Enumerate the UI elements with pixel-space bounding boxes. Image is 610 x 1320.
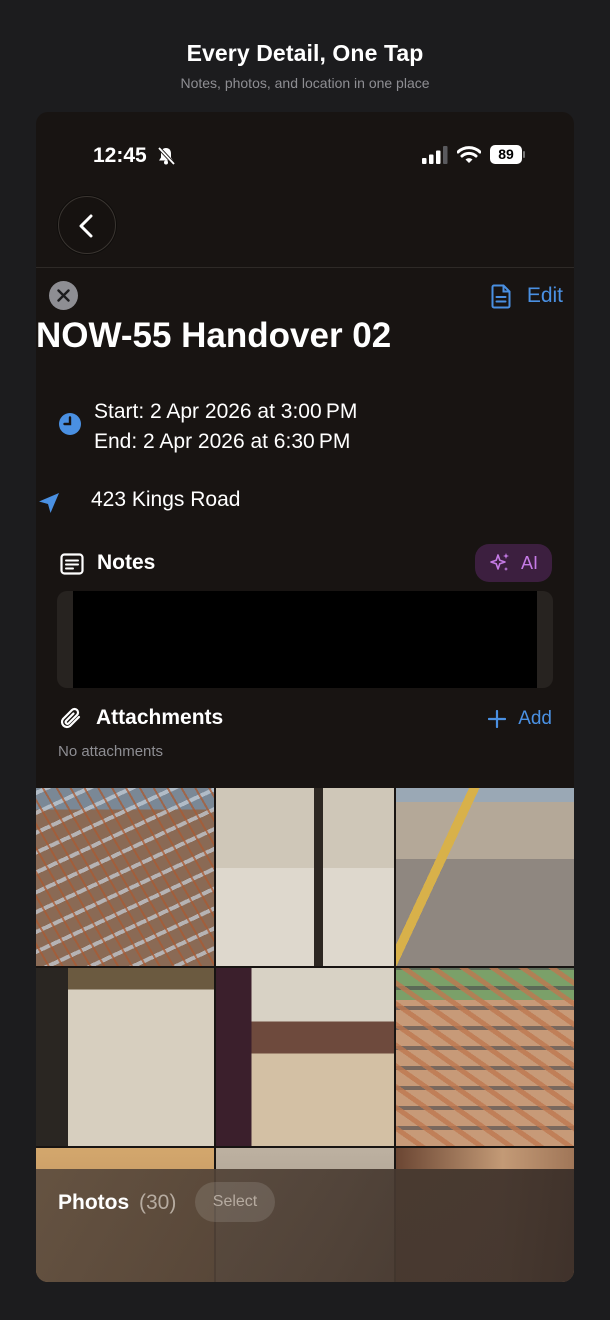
ai-button-label: AI [520, 552, 538, 573]
event-dates: Start: 2 Apr 2026 at 3:00 PM End: 2 Apr … [94, 397, 357, 457]
notes-heading: Notes [97, 551, 156, 574]
photo-tile-wooden-floor[interactable] [216, 968, 394, 1146]
bell-slash-icon [157, 146, 176, 166]
photo-tile-room-corner[interactable] [36, 968, 214, 1146]
event-start: Start: 2 Apr 2026 at 3:00 PM [94, 400, 358, 423]
chevron-left-icon [79, 214, 93, 238]
close-button[interactable] [49, 281, 78, 310]
photo-tile-timber-stack[interactable] [396, 968, 574, 1146]
event-title: NOW-55 Handover 02 [36, 316, 392, 355]
photos-heading: Photos [58, 1191, 130, 1214]
photo-tile-formwork-site[interactable] [396, 788, 574, 966]
event-end: End: 2 Apr 2026 at 6:30 PM [94, 430, 351, 453]
promo-header: Every Detail, One Tap Notes, photos, and… [0, 40, 610, 91]
sparkles-icon [490, 553, 509, 571]
battery-icon: 89 [490, 145, 526, 165]
promo-subtitle: Notes, photos, and location in one place [180, 75, 430, 91]
location-arrow-icon [39, 493, 59, 513]
phone-screen: 12:45 89 Edit NOW-55 Handover 02 Start: … [36, 112, 574, 1282]
document-icon[interactable] [491, 284, 511, 309]
back-button[interactable] [58, 196, 116, 254]
add-attachment-button[interactable]: Add [488, 708, 552, 730]
promo-title: Every Detail, One Tap [186, 40, 424, 66]
edit-toolbar: Edit [491, 282, 563, 310]
photos-count: (30) [139, 1191, 177, 1214]
battery-level: 89 [490, 145, 522, 164]
photos-toolbar: Photos (30) Select [36, 1169, 574, 1282]
attachments-heading: Attachments [96, 706, 224, 729]
header-divider [36, 267, 574, 268]
clock-icon [59, 413, 81, 435]
event-location[interactable]: 423 Kings Road [91, 488, 240, 512]
wifi-icon [457, 146, 481, 163]
notes-icon [60, 553, 84, 575]
notes-redacted-content [73, 591, 537, 688]
plus-icon [488, 710, 507, 728]
select-button[interactable]: Select [195, 1182, 275, 1222]
edit-button[interactable]: Edit [527, 284, 563, 308]
notes-field[interactable] [57, 591, 553, 688]
status-bar: 12:45 89 [36, 142, 574, 172]
ai-button[interactable]: AI [475, 544, 552, 582]
close-icon [57, 289, 70, 302]
battery-nub [523, 151, 525, 158]
photo-tile-empty-room[interactable] [216, 788, 394, 966]
paperclip-icon [60, 707, 81, 729]
status-time: 12:45 [93, 144, 147, 167]
no-attachments-text: No attachments [58, 743, 164, 760]
add-attachment-label: Add [518, 708, 552, 729]
photo-tile-rebar-yard[interactable] [36, 788, 214, 966]
cellular-signal-icon [422, 146, 448, 164]
